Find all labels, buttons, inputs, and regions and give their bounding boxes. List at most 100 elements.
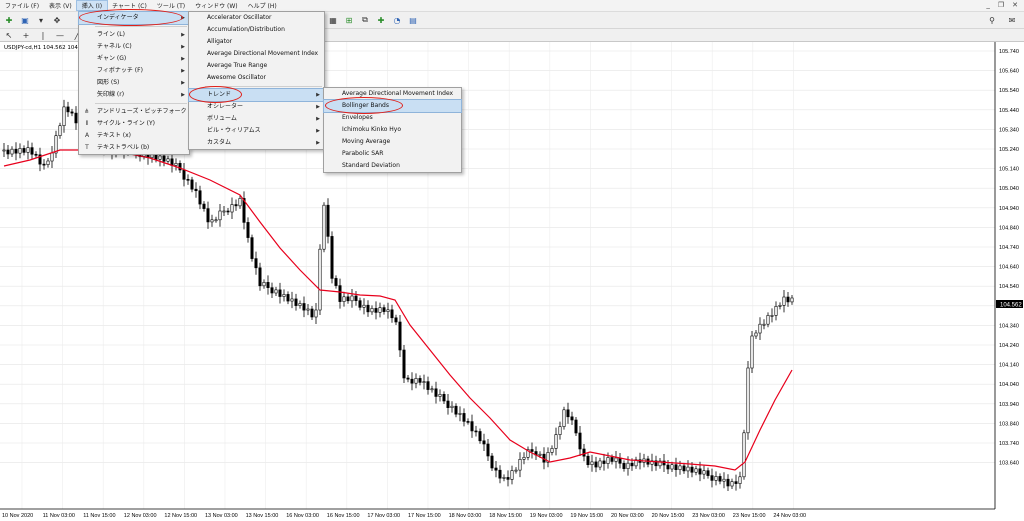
restore-icon[interactable]: ❐ [998, 1, 1004, 9]
price-tick-label: 103.940 [999, 402, 1019, 408]
candlestick [26, 140, 30, 160]
indicator-menu-item[interactable]: カスタム ▶ [189, 137, 324, 149]
candlestick [498, 465, 502, 484]
insert-menu-item[interactable]: 矢印線 (r) ▶ [79, 89, 189, 101]
chat-icon[interactable]: ✉ [1006, 15, 1018, 26]
trend-menu-item[interactable]: Ichimoku Kinko Hyo [324, 124, 461, 136]
trend-menu-item[interactable]: Moving Average [324, 136, 461, 148]
candlestick [346, 293, 350, 304]
indicator-menu-item[interactable]: トレンド ▶ [188, 88, 325, 102]
trend-menu-item[interactable]: Standard Deviation [324, 160, 461, 172]
horizontal-line-icon[interactable]: — [54, 30, 66, 41]
menu-separator [205, 86, 322, 87]
submenu-arrow-icon: ▶ [316, 140, 320, 146]
menu-tools[interactable]: ツール (T) [152, 1, 190, 10]
candlestick [178, 160, 182, 173]
indicator-menu-item[interactable]: Accumulation/Distribution [189, 24, 324, 36]
insert-menu-item[interactable]: ⦀ サイクル・ライン (Y) [79, 118, 189, 130]
candlestick [746, 361, 750, 440]
candlestick [730, 478, 734, 489]
insert-menu-item-label: チャネル (C) [97, 43, 132, 50]
indicator-menu-item[interactable]: オシレーター ▶ [189, 101, 324, 113]
minimize-icon[interactable]: _ [986, 1, 990, 9]
indicators-icon[interactable]: ⊞ [343, 15, 355, 26]
price-tick-label: 104.140 [999, 363, 1019, 369]
submenu-arrow-icon: ▶ [181, 80, 185, 86]
indicator-menu-item[interactable]: Average Directional Movement Index [189, 48, 324, 60]
indicator-menu-item-label: Average True Range [207, 62, 268, 69]
menu-file[interactable]: ファイル (F) [0, 1, 44, 10]
candlestick [354, 291, 358, 306]
trend-menu-item[interactable]: Average Directional Movement Index [324, 88, 461, 100]
candlestick [42, 159, 46, 170]
candlestick [166, 155, 170, 165]
candlestick [510, 465, 514, 485]
menu-view[interactable]: 表示 (V) [44, 1, 77, 10]
candlestick [238, 195, 242, 209]
profiles-icon[interactable]: ▣ [19, 15, 31, 26]
candlestick [182, 163, 186, 187]
templates-icon[interactable]: ▤ [407, 15, 419, 26]
insert-menu-item[interactable]: チャネル (C) ▶ [79, 41, 189, 53]
trend-menu-item[interactable]: Parabolic SAR [324, 148, 461, 160]
insert-menu-item[interactable]: ⋔ アンドリューズ・ピッチフォーク (A) [79, 106, 197, 118]
indicator-menu-item[interactable]: Alligator [189, 36, 324, 48]
crosshair-icon[interactable]: + [20, 30, 32, 41]
candlestick [790, 295, 794, 305]
candlestick [526, 446, 530, 461]
insert-menu-item[interactable]: フィボナッチ (F) ▶ [79, 65, 189, 77]
candlestick [34, 151, 38, 158]
indicator-menu-item[interactable]: ボリューム ▶ [189, 113, 324, 125]
candlestick [598, 457, 602, 471]
candlestick [338, 278, 342, 309]
time-tick-label: 16 Nov 03:00 [286, 513, 319, 519]
trend-menu-item-label: Moving Average [342, 138, 391, 145]
menu-insert[interactable]: 挿入 (I) [75, 0, 109, 11]
time-tick-label: 19 Nov 03:00 [530, 513, 563, 519]
candlestick [726, 474, 730, 491]
search-icon[interactable]: ⚲ [986, 15, 998, 26]
trend-menu-item[interactable]: Bollinger Bands [323, 99, 462, 113]
insert-menu-item[interactable]: 図形 (S) ▶ [79, 77, 189, 89]
candlestick [682, 462, 686, 474]
menu-window[interactable]: ウィンドウ (W) [190, 1, 243, 10]
candlestick [210, 214, 214, 227]
vertical-line-icon[interactable]: | [37, 30, 49, 41]
candlestick [258, 262, 262, 291]
zoom-icon[interactable]: ⧉ [359, 15, 371, 26]
insert-menu-item[interactable]: ライン (L) ▶ [79, 29, 189, 41]
candlestick [426, 376, 430, 395]
trend-menu-item-label: Standard Deviation [342, 162, 400, 169]
candlestick [322, 202, 326, 253]
indicator-menu-item[interactable]: Awesome Oscillator [189, 72, 324, 84]
candlestick [566, 402, 570, 424]
candlestick [374, 301, 378, 320]
candlestick [226, 208, 230, 215]
cursor-icon[interactable]: ↖ [3, 30, 15, 41]
time-tick-label: 18 Nov 03:00 [449, 513, 482, 519]
insert-menu-item[interactable]: インディケータ ▶ [78, 11, 190, 25]
trend-menu-item-label: Envelopes [342, 114, 373, 121]
close-icon[interactable]: ✕ [1012, 1, 1018, 9]
indicator-menu-item[interactable]: Accelerator Oscillator [189, 12, 324, 24]
trend-menu-item[interactable]: Envelopes [324, 112, 461, 124]
candlestick [350, 289, 354, 308]
time-tick-label: 17 Nov 03:00 [367, 513, 400, 519]
period-clock-icon[interactable]: ◔ [391, 15, 403, 26]
candlestick [458, 406, 462, 422]
menu-help[interactable]: ヘルプ (H) [243, 1, 282, 10]
new-chart-icon[interactable]: ✚ [3, 15, 15, 26]
submenu-arrow-icon: ▶ [316, 104, 320, 110]
add-indicator-icon[interactable]: ✚ [375, 15, 387, 26]
insert-menu-item[interactable]: T テキストラベル (b) [79, 142, 189, 154]
dropdown-icon[interactable]: ▾ [35, 15, 47, 26]
indicator-menu-item[interactable]: Average True Range [189, 60, 324, 72]
indicator-menu-item[interactable]: ビル・ウィリアムス ▶ [189, 125, 324, 137]
candlestick [398, 315, 402, 357]
candlestick [594, 456, 598, 473]
insert-menu-item[interactable]: A テキスト (x) [79, 130, 189, 142]
chart-grid-icon[interactable]: ▦ [327, 15, 339, 26]
crosshair-move-icon[interactable]: ✥ [51, 15, 63, 26]
insert-menu-item[interactable]: ギャン (G) ▶ [79, 53, 189, 65]
menu-chart[interactable]: チャート (C) [107, 1, 152, 10]
